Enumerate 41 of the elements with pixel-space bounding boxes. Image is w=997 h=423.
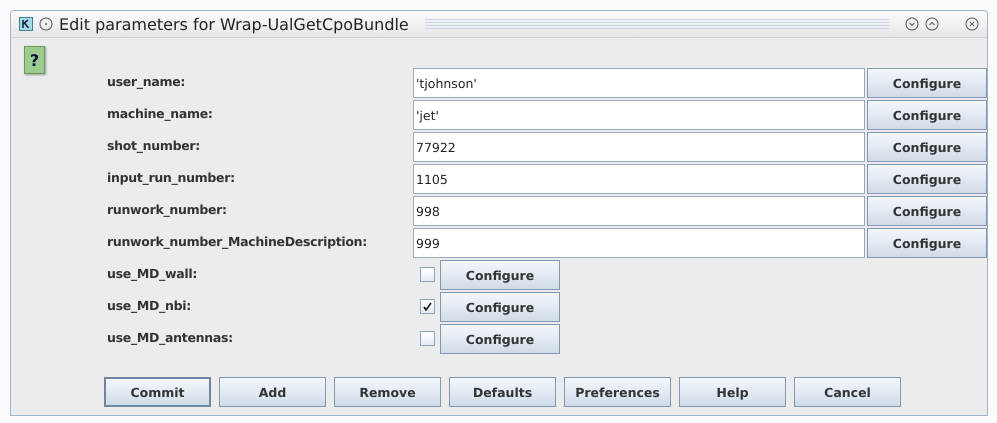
configure-button[interactable]: Configure — [867, 228, 987, 258]
dialog-button[interactable]: Remove — [334, 377, 441, 407]
dialog-button[interactable]: Preferences — [564, 377, 671, 407]
close-icon[interactable] — [965, 17, 979, 31]
parameter-checkbox[interactable] — [420, 267, 435, 282]
minimize-icon[interactable] — [905, 17, 919, 31]
configure-button[interactable]: Configure — [867, 68, 987, 98]
dialog-button[interactable]: Commit — [104, 377, 211, 407]
dialog-button[interactable]: Cancel — [794, 377, 901, 407]
configure-button[interactable]: Configure — [440, 260, 560, 290]
app-logo-icon — [19, 17, 33, 31]
help-icon[interactable]: ? — [24, 46, 45, 74]
parameter-label: use_MD_nbi: — [107, 297, 192, 313]
parameter-label: runwork_number_MachineDescription: — [107, 233, 368, 249]
configure-button[interactable]: Configure — [867, 164, 987, 194]
parameter-field[interactable]: 77922 — [413, 132, 865, 162]
configure-button[interactable]: Configure — [867, 196, 987, 226]
window-menu-icon[interactable] — [39, 17, 53, 31]
window-title: Edit parameters for Wrap-UalGetCpoBundle — [59, 14, 409, 34]
parameter-checkbox[interactable] — [420, 331, 435, 346]
dialog-button[interactable]: Defaults — [449, 377, 556, 407]
maximize-icon[interactable] — [925, 17, 939, 31]
parameter-field[interactable]: 'tjohnson' — [413, 68, 865, 98]
dialog-button[interactable]: Add — [219, 377, 326, 407]
dialog-button[interactable]: Help — [679, 377, 786, 407]
parameter-label: shot_number: — [107, 137, 201, 153]
configure-button[interactable]: Configure — [440, 292, 560, 322]
configure-button[interactable]: Configure — [867, 132, 987, 162]
parameter-label: runwork_number: — [107, 201, 228, 217]
parameter-label: user_name: — [107, 73, 186, 89]
configure-button[interactable]: Configure — [440, 324, 560, 354]
parameter-label: input_run_number: — [107, 169, 236, 185]
parameter-label: machine_name: — [107, 105, 214, 121]
parameter-field[interactable]: 999 — [413, 228, 865, 258]
parameter-label: use_MD_wall: — [107, 265, 198, 281]
parameter-checkbox[interactable] — [420, 299, 435, 314]
parameter-label: use_MD_antennas: — [107, 329, 234, 345]
parameter-field[interactable]: 1105 — [413, 164, 865, 194]
configure-button[interactable]: Configure — [867, 100, 987, 130]
parameter-field[interactable]: 'jet' — [413, 100, 865, 130]
parameter-field[interactable]: 998 — [413, 196, 865, 226]
